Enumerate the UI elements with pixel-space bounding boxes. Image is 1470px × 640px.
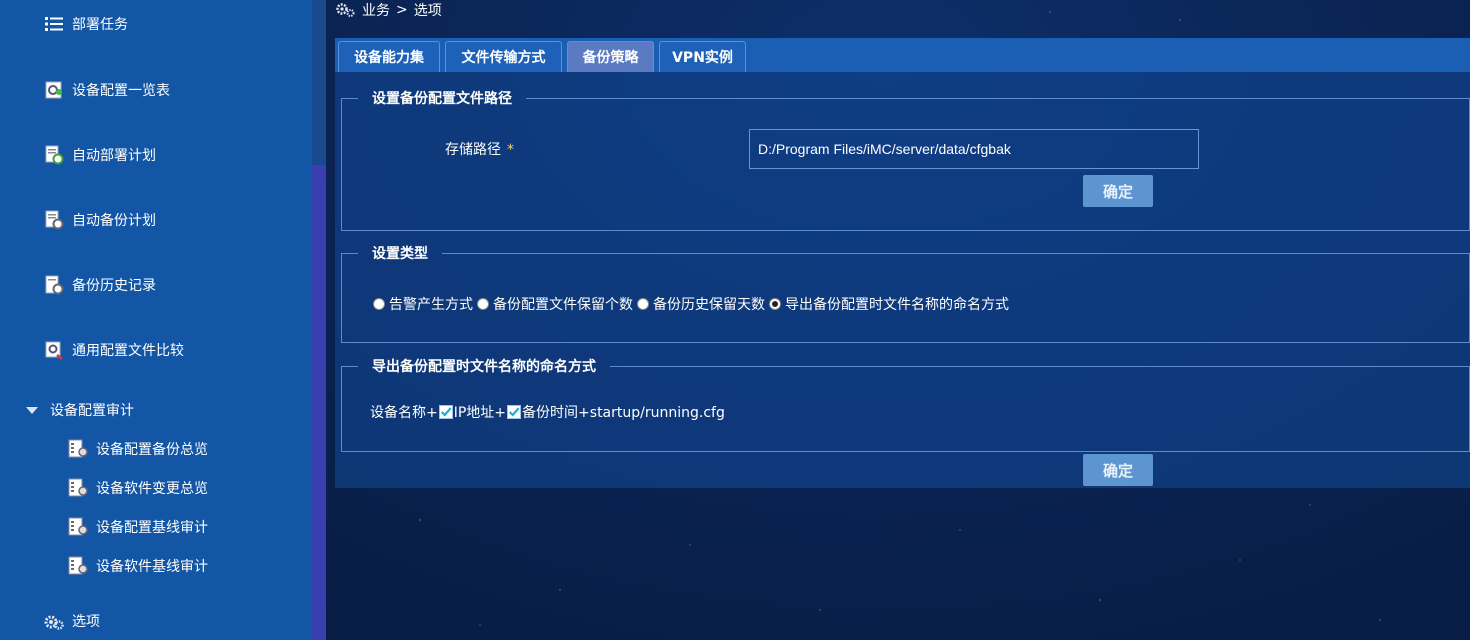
- list-icon: [45, 17, 63, 31]
- sidebar-item-backup-history[interactable]: 备份历史记录: [44, 273, 156, 297]
- auto-deploy-icon: [45, 145, 64, 165]
- sidebar-item-options[interactable]: 选项: [44, 609, 100, 633]
- backup-time-label: 备份时间+startup/running.cfg: [522, 405, 725, 421]
- sidebar-item-auto-backup-plan[interactable]: 自动备份计划: [44, 208, 156, 232]
- breadcrumb: 业务 > 选项: [336, 0, 442, 20]
- audit-report-icon: [68, 517, 88, 536]
- tab-bar: 设备能力集 文件传输方式 备份策略 VPN实例: [335, 38, 1470, 72]
- sidebar-subitem-config-backup-overview[interactable]: 设备配置备份总览: [68, 437, 208, 461]
- naming-prefix-text: 设备名称+: [370, 405, 438, 421]
- radio-backup-file-count[interactable]: [477, 298, 489, 310]
- section-title: 设置类型: [372, 246, 428, 262]
- sidebar-scrollbar-thumb[interactable]: [312, 165, 326, 640]
- sidebar-item-label: 备份历史记录: [72, 278, 156, 294]
- tab-vpn-instance[interactable]: VPN实例: [659, 41, 746, 72]
- checkmark-icon: [440, 407, 452, 417]
- sidebar-subitem-software-change-overview[interactable]: 设备软件变更总览: [68, 476, 208, 500]
- sidebar-subitem-label: 设备配置基线审计: [96, 520, 208, 536]
- sidebar-item-label: 通用配置文件比较: [72, 343, 184, 359]
- sidebar-item-label: 自动备份计划: [72, 213, 156, 229]
- naming-format-row: 设备名称+ IP地址+ 备份时间+startup/running.cfg: [370, 402, 725, 422]
- radio-label: 备份配置文件保留个数: [493, 297, 633, 313]
- sidebar-item-device-config-list[interactable]: 设备配置一览表: [44, 78, 170, 102]
- radio-label: 告警产生方式: [389, 297, 473, 313]
- breadcrumb-business-link[interactable]: 业务: [362, 0, 390, 20]
- breadcrumb-current: 选项: [413, 3, 442, 19]
- naming-confirm-button[interactable]: 确定: [1083, 454, 1153, 486]
- tab-backup-strategy[interactable]: 备份策略: [567, 41, 654, 72]
- radio-export-naming-mode[interactable]: [769, 298, 781, 310]
- checkmark-icon: [508, 407, 520, 417]
- options-panel: 设备能力集 文件传输方式 备份策略 VPN实例 设置备份配置文件路径 存储路径 *…: [335, 38, 1470, 488]
- backup-time-checkbox[interactable]: [507, 405, 522, 419]
- audit-report-icon: [68, 556, 88, 575]
- sidebar-subitem-config-baseline-audit[interactable]: 设备配置基线审计: [68, 515, 208, 539]
- auto-backup-icon: [45, 210, 64, 230]
- ip-address-checkbox[interactable]: [438, 405, 453, 419]
- audit-report-icon: [68, 478, 88, 497]
- light-streak: [849, 0, 905, 2]
- sidebar-group-label: 设备配置审计: [50, 403, 134, 419]
- audit-report-icon: [68, 439, 88, 458]
- required-mark: *: [507, 142, 514, 158]
- compare-icon: [45, 341, 63, 360]
- gears-icon: [44, 615, 64, 630]
- storage-path-label-text: 存储路径: [445, 142, 501, 158]
- sidebar-subitem-label: 设备配置备份总览: [96, 442, 208, 458]
- radio-label: 备份历史保留天数: [653, 297, 765, 313]
- sidebar-item-config-compare[interactable]: 通用配置文件比较: [44, 338, 184, 362]
- collapse-triangle-icon: [26, 406, 38, 414]
- storage-path-label: 存储路径 *: [445, 139, 514, 159]
- backup-history-icon: [45, 275, 64, 295]
- setting-type-section: 设置类型: [341, 243, 1470, 343]
- sidebar-item-label: 设备配置一览表: [72, 83, 170, 99]
- radio-alarm-mode[interactable]: [373, 298, 385, 310]
- path-confirm-button[interactable]: 确定: [1083, 175, 1153, 207]
- sidebar-subitem-label: 设备软件基线审计: [96, 559, 208, 575]
- storage-path-input[interactable]: [749, 129, 1199, 169]
- sidebar-item-deploy-task[interactable]: 部署任务: [44, 12, 128, 36]
- sidebar-item-label: 选项: [72, 614, 100, 630]
- tab-file-transfer[interactable]: 文件传输方式: [445, 41, 562, 72]
- breadcrumb-separator: >: [396, 2, 408, 18]
- radio-history-retention-days[interactable]: [637, 298, 649, 310]
- section-title: 设置备份配置文件路径: [372, 91, 512, 107]
- sidebar-item-auto-deploy-plan[interactable]: 自动部署计划: [44, 143, 156, 167]
- tab-device-capability[interactable]: 设备能力集: [338, 41, 440, 72]
- sidebar-subitem-label: 设备软件变更总览: [96, 481, 208, 497]
- gears-icon: [336, 3, 355, 17]
- sidebar-item-label: 部署任务: [72, 17, 128, 33]
- section-title: 导出备份配置时文件名称的命名方式: [372, 359, 596, 375]
- sidebar-subitem-software-baseline-audit[interactable]: 设备软件基线审计: [68, 554, 208, 578]
- sidebar-group-config-audit[interactable]: 设备配置审计: [26, 398, 134, 422]
- radio-label: 导出备份配置时文件名称的命名方式: [785, 297, 1009, 313]
- device-config-icon: [45, 81, 62, 99]
- sidebar-item-label: 自动部署计划: [72, 148, 156, 164]
- sidebar: 部署任务 设备配置一览表 自动部署计划 自动备份计划 备份历史记录 通用配置文件…: [0, 0, 312, 640]
- setting-type-radio-group: 告警产生方式 备份配置文件保留个数 备份历史保留天数 导出备份配置时文件名称的命…: [373, 294, 1013, 314]
- ip-address-label: IP地址+: [453, 405, 507, 421]
